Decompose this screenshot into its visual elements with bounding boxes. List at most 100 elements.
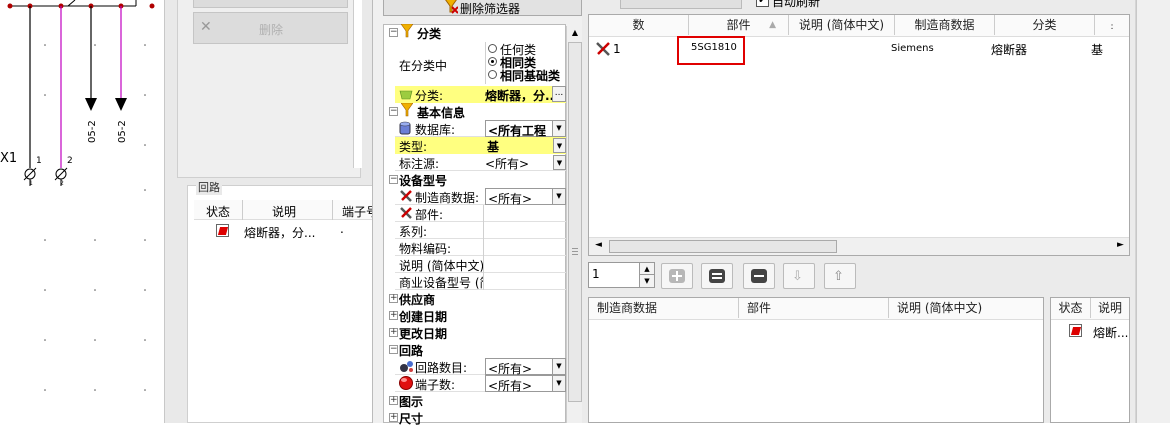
series-row[interactable]: 系列: xyxy=(395,222,566,239)
manufacturer-row[interactable]: 制造商数据: <所有> ▼ xyxy=(395,188,566,206)
col-part[interactable]: 部件 ▲ xyxy=(689,15,789,35)
col-description[interactable]: 说明 xyxy=(272,203,296,220)
terminal-count-dropdown[interactable]: <所有> ▼ xyxy=(485,375,566,393)
col-more[interactable]: : xyxy=(1095,15,1129,35)
status-col-description[interactable]: 说明 xyxy=(1091,298,1129,318)
section-category[interactable]: − 分类 xyxy=(377,23,572,41)
chevron-down-icon[interactable]: ▼ xyxy=(552,121,565,136)
lower-col-part[interactable]: 部件 xyxy=(739,298,889,318)
chevron-down-icon[interactable]: ▼ xyxy=(553,138,566,153)
collapse-icon[interactable]: − xyxy=(389,107,398,116)
material-code-row[interactable]: 物料编码: xyxy=(395,239,566,256)
pin-2-label: 2 xyxy=(67,156,73,166)
add-button[interactable] xyxy=(661,263,693,289)
delete-button-label: 删除 xyxy=(259,23,284,37)
col-status[interactable]: 状态 xyxy=(206,203,230,220)
expand-icon[interactable]: + xyxy=(389,413,398,422)
terminal-count-row[interactable]: 端子数: <所有> ▼ xyxy=(395,375,566,393)
type-row[interactable]: 类型: 基 ▼ xyxy=(395,137,566,154)
status-icon xyxy=(1069,324,1082,337)
type-row-value: 基 xyxy=(487,140,500,154)
top-toolbar-button[interactable] xyxy=(620,0,742,9)
manufacturer-row-label: 制造商数据: xyxy=(415,191,480,205)
col-description[interactable]: 说明 (简体中文) xyxy=(789,15,895,35)
circuit-table-header: 状态 说明 端子号 xyxy=(194,200,378,220)
section-size[interactable]: + 尺寸 xyxy=(377,409,572,426)
scroll-left-arrow[interactable]: ◄ xyxy=(595,240,602,250)
part-row[interactable]: 部件: xyxy=(395,205,566,222)
circuit-count-dropdown[interactable]: <所有> ▼ xyxy=(485,358,566,376)
lower-col-description[interactable]: 说明 (简体中文) xyxy=(889,298,1043,318)
device-group-scroll[interactable] xyxy=(353,0,362,168)
delete-x-icon: ✕ xyxy=(200,19,212,35)
category-bucket-icon xyxy=(399,88,413,100)
auto-refresh-checkbox[interactable]: ✔ xyxy=(756,0,769,7)
chevron-down-icon[interactable]: ▼ xyxy=(553,155,566,170)
section-created-date[interactable]: + 创建日期 xyxy=(377,307,572,324)
result-row-extra: 基 xyxy=(1091,43,1104,57)
section-changed-date[interactable]: + 更改日期 xyxy=(377,324,572,341)
collapse-icon[interactable]: − xyxy=(389,175,398,184)
database-dropdown[interactable]: <所有工程 ▼ xyxy=(485,120,566,138)
circuit-row[interactable]: 熔断器，分... . xyxy=(194,222,374,240)
commercial-model-row[interactable]: 商业设备型号 (简 xyxy=(395,273,566,290)
expand-icon[interactable]: + xyxy=(389,396,398,405)
equal-button[interactable] xyxy=(701,263,733,289)
funnel-icon xyxy=(400,102,414,120)
section-device-model[interactable]: − 设备型号 xyxy=(377,171,572,188)
result-row[interactable]: 1 5SG1810 Siemens 熔断器 基 xyxy=(589,38,1129,60)
col-manufacturer[interactable]: 制造商数据 xyxy=(895,15,995,35)
schematic-canvas[interactable]: X1 1 2 1 2 05-2 05-2 xyxy=(0,0,164,423)
database-row-label: 数据库: xyxy=(415,123,456,137)
section-circuit[interactable]: − 回路 xyxy=(377,341,572,358)
annotation-source-row[interactable]: 标注源: <所有> ▼ xyxy=(395,154,566,171)
chevron-down-icon[interactable]: ▼ xyxy=(552,189,565,204)
col-number[interactable]: 数 xyxy=(589,15,689,35)
manufacturer-dropdown[interactable]: <所有> ▼ xyxy=(485,188,566,206)
delete-button[interactable]: ✕ 删除 xyxy=(193,12,348,44)
section-supplier[interactable]: + 供应商 xyxy=(377,290,572,307)
col-category[interactable]: 分类 xyxy=(995,15,1095,35)
expand-icon[interactable]: + xyxy=(389,294,398,303)
spin-up-icon[interactable]: ▲ xyxy=(639,263,654,275)
minus-icon xyxy=(751,269,767,283)
scroll-right-arrow[interactable]: ► xyxy=(1117,240,1124,250)
move-up-button[interactable]: ⇧ xyxy=(824,263,856,289)
circuit-count-row[interactable]: 回路数目: <所有> ▼ xyxy=(395,358,566,376)
collapse-icon[interactable]: − xyxy=(389,28,398,37)
status-col-status[interactable]: 状态 xyxy=(1051,298,1091,318)
filter-scrollbar[interactable]: ▲ xyxy=(566,26,582,423)
chevron-down-icon[interactable]: ▼ xyxy=(552,376,565,391)
section-graphic[interactable]: + 图示 xyxy=(377,392,572,409)
filter-panel: 删除筛选器 ▲ − 分类 在分类中 任何类 相同类 相同基础类 分类: 熔断器，… xyxy=(372,0,582,426)
results-hscrollbar[interactable]: ◄ ► xyxy=(589,237,1129,255)
status-row-description: 熔断... xyxy=(1093,326,1129,340)
category-value-row[interactable]: 分类: 熔断器，分... ... xyxy=(395,86,566,103)
status-row[interactable]: 熔断... xyxy=(1051,322,1129,340)
ellipsis-button[interactable]: ... xyxy=(552,86,566,102)
results-table: 数 部件 ▲ 说明 (简体中文) 制造商数据 分类 : 1 5SG1810 Sie… xyxy=(588,14,1130,256)
database-row[interactable]: 数据库: <所有工程 ▼ xyxy=(395,120,566,138)
remove-button[interactable] xyxy=(743,263,775,289)
highlight-box xyxy=(677,36,745,65)
quantity-spinner[interactable]: 1 ▲ ▼ xyxy=(588,262,655,288)
schematic-drawing: X1 1 2 1 2 05-2 05-2 xyxy=(0,0,155,391)
delete-filter-button[interactable]: 删除筛选器 xyxy=(383,0,582,16)
result-row-category: 熔断器 xyxy=(991,43,1028,57)
top-button[interactable] xyxy=(193,0,348,8)
quantity-value: 1 xyxy=(592,267,600,281)
description-row[interactable]: 说明 (简体中文) xyxy=(395,256,566,273)
expand-icon[interactable]: + xyxy=(389,311,398,320)
chevron-down-icon[interactable]: ▼ xyxy=(552,359,565,374)
result-row-manufacturer: Siemens xyxy=(891,43,934,54)
move-down-button[interactable]: ⇩ xyxy=(783,263,815,289)
collapse-icon[interactable]: − xyxy=(389,345,398,354)
section-basic-info[interactable]: − 基本信息 xyxy=(377,102,572,120)
expand-icon[interactable]: + xyxy=(389,328,398,337)
spin-down-icon[interactable]: ▼ xyxy=(639,275,654,287)
circuit-count-icon xyxy=(399,359,414,376)
circuit-group: 回路 状态 说明 端子号 熔断器，分... . xyxy=(187,179,378,423)
lower-table: 制造商数据 部件 说明 (简体中文) xyxy=(588,297,1044,423)
hscroll-thumb[interactable] xyxy=(609,240,837,253)
lower-col-manufacturer[interactable]: 制造商数据 xyxy=(589,298,739,318)
